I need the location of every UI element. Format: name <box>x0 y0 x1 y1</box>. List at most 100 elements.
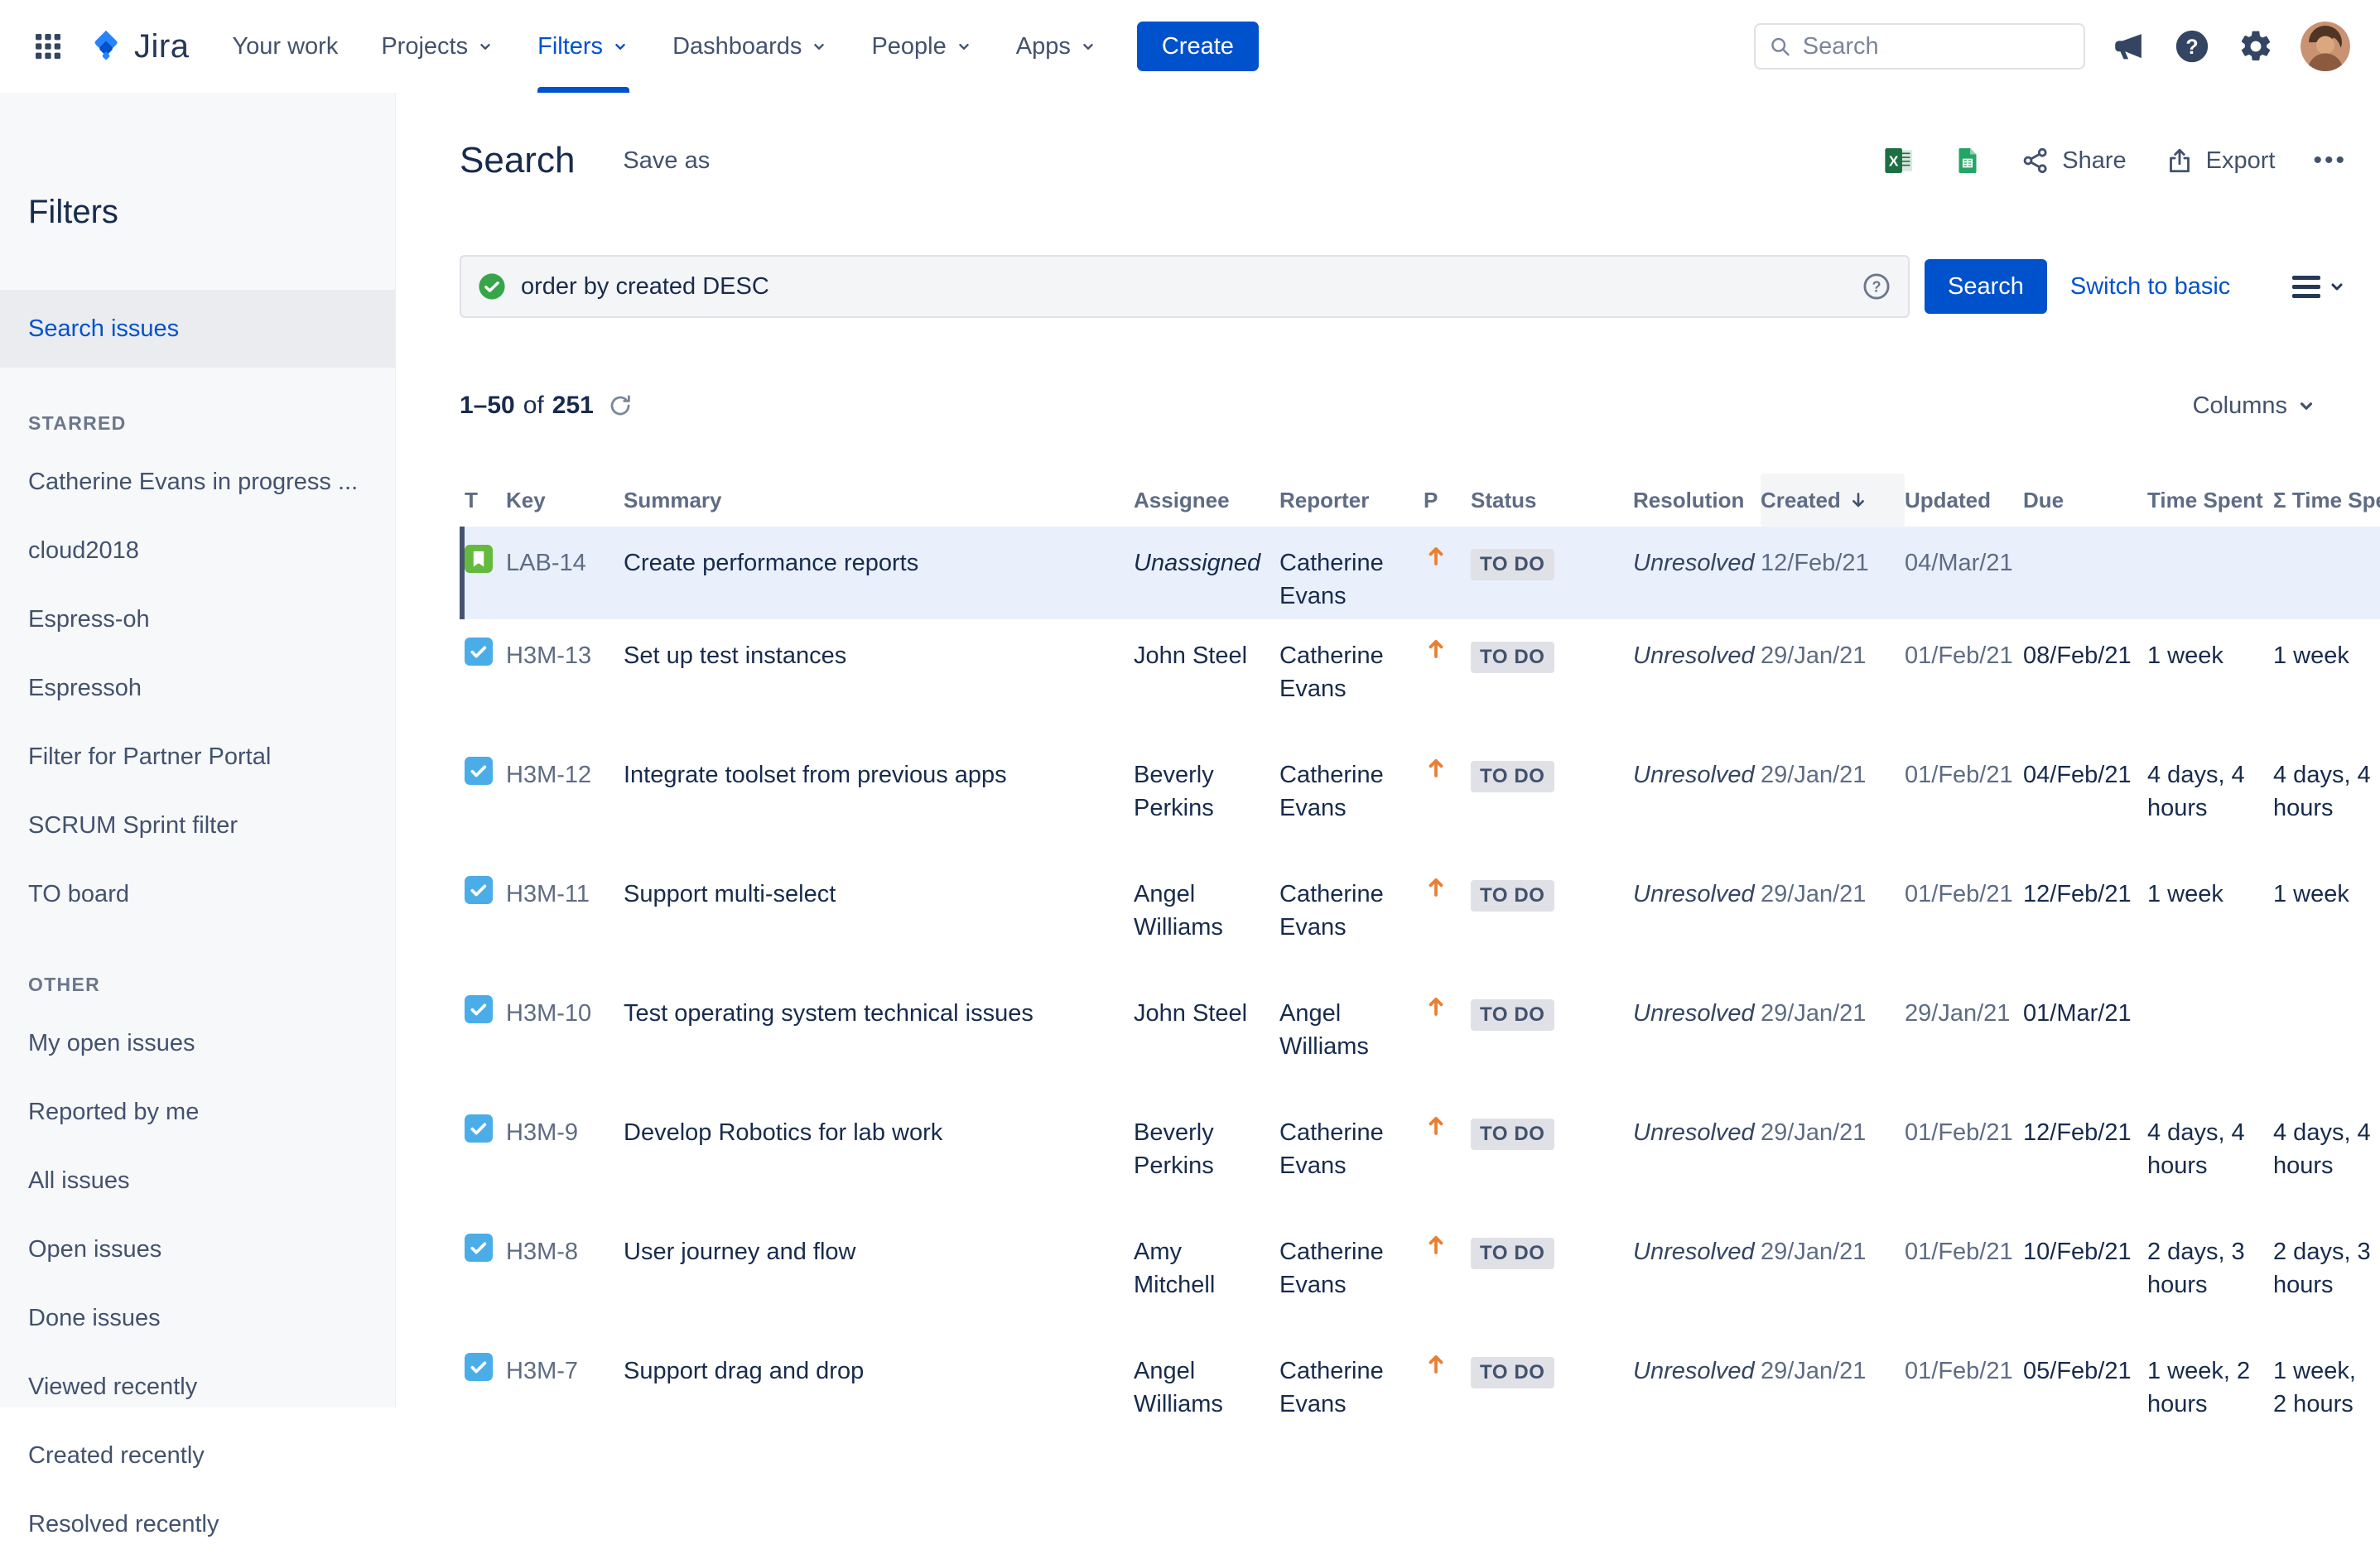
share-button[interactable]: Share <box>2021 146 2127 176</box>
refresh-icon[interactable] <box>607 392 634 419</box>
column-header-label: T <box>465 487 478 512</box>
cell-summary[interactable]: Develop Robotics for lab work <box>624 1096 1134 1215</box>
create-button[interactable]: Create <box>1136 22 1259 71</box>
cell-issue-key[interactable]: H3M-8 <box>506 1215 624 1335</box>
chevron-down-icon <box>615 43 625 50</box>
sidebar-item[interactable]: Created recently <box>0 1422 395 1490</box>
syntax-help-icon[interactable]: ? <box>1862 272 1891 301</box>
column-header-status[interactable]: Status <box>1471 474 1633 527</box>
sidebar-item[interactable]: Done issues <box>0 1284 395 1353</box>
help-icon[interactable]: ? <box>2173 27 2211 65</box>
user-avatar[interactable] <box>2301 22 2350 71</box>
cell-summary[interactable]: Set up test instances <box>624 619 1134 739</box>
sidebar-item[interactable]: SCRUM Sprint filter <box>0 792 395 860</box>
cell-summary[interactable]: Create performance reports <box>624 527 1134 619</box>
cell-issue-key[interactable]: H3M-13 <box>506 619 624 739</box>
sidebar-item[interactable]: All issues <box>0 1147 395 1215</box>
sidebar-item[interactable]: cloud2018 <box>0 517 395 585</box>
cell-issue-key[interactable]: H3M-7 <box>506 1335 624 1454</box>
cell-assignee: Amy Mitchell <box>1134 1239 1216 1298</box>
page-shell: Filters Search issues STARRED Catherine E… <box>0 93 2380 1537</box>
sidebar-item[interactable]: Espressoh <box>0 654 395 723</box>
issue-table: T Key Summary Assignee Reporter P Status Resolu… <box>460 474 2380 1454</box>
sidebar-item[interactable]: Filter for Partner Portal <box>0 723 395 792</box>
cell-issue-type <box>465 619 506 739</box>
export-sheets-icon[interactable] <box>1953 146 1983 176</box>
nav-item-filters[interactable]: Filters <box>537 0 630 93</box>
nav-item-apps[interactable]: Apps <box>1016 0 1097 93</box>
column-header-type[interactable]: T <box>465 474 506 527</box>
task-icon <box>465 1114 493 1143</box>
issue-row[interactable]: H3M-12 Integrate toolset from previous ap… <box>460 739 2380 858</box>
issue-row[interactable]: H3M-9 Develop Robotics for lab work Beverl… <box>460 1096 2380 1215</box>
settings-gear-icon[interactable] <box>2238 28 2274 65</box>
cell-assignee: Angel Williams <box>1134 1358 1223 1417</box>
cell-assignee: Beverly Perkins <box>1134 1119 1214 1179</box>
column-header-due[interactable]: Due <box>2023 474 2147 527</box>
column-header-created[interactable]: Created <box>1761 474 1905 527</box>
switch-to-basic-link[interactable]: Switch to basic <box>2070 273 2230 301</box>
announcements-icon[interactable] <box>2112 29 2146 64</box>
sidebar-item[interactable]: Open issues <box>0 1215 395 1284</box>
issue-row[interactable]: LAB-14 Create performance reports Unassign… <box>460 527 2380 619</box>
issue-row[interactable]: H3M-7 Support drag and drop Angel Williams… <box>460 1335 2380 1454</box>
issue-row[interactable]: H3M-11 Support multi-select Angel Williams… <box>460 858 2380 977</box>
column-header-summary[interactable]: Summary <box>624 474 1134 527</box>
nav-item-your-work[interactable]: Your work <box>232 0 338 93</box>
nav-item-people[interactable]: People <box>871 0 972 93</box>
more-options-icon[interactable]: ••• <box>2313 147 2347 175</box>
sidebar-item[interactable]: Catherine Evans in progress ... <box>0 448 395 517</box>
global-search[interactable] <box>1754 23 2085 70</box>
sidebar-item-search-issues[interactable]: Search issues <box>0 290 395 368</box>
nav-item-projects[interactable]: Projects <box>381 0 494 93</box>
cell-created: 29/Jan/21 <box>1761 881 1867 907</box>
cell-summary[interactable]: Support multi-select <box>624 858 1134 977</box>
sidebar-item[interactable]: Viewed recently <box>0 1353 395 1422</box>
column-header-resolution[interactable]: Resolution <box>1633 474 1761 527</box>
view-options-button[interactable] <box>2292 275 2347 298</box>
column-header-assignee[interactable]: Assignee <box>1134 474 1279 527</box>
cell-resolution: Unresolved <box>1633 1358 1755 1384</box>
column-header-priority[interactable]: P <box>1424 474 1471 527</box>
column-header-sum_time_spent[interactable]: Σ Time Spent <box>2273 474 2380 527</box>
columns-button[interactable]: Columns <box>2193 392 2317 420</box>
issue-row[interactable]: H3M-10 Test operating system technical is… <box>460 977 2380 1096</box>
jira-logo[interactable]: Jira <box>88 27 189 65</box>
export-button[interactable]: Export <box>2165 146 2275 176</box>
cell-issue-key[interactable]: H3M-10 <box>506 977 624 1096</box>
cell-issue-key[interactable]: H3M-9 <box>506 1096 624 1215</box>
column-header-key[interactable]: Key <box>506 474 624 527</box>
column-header-reporter[interactable]: Reporter <box>1279 474 1424 527</box>
jql-query-text: order by created DESC <box>521 272 769 300</box>
cell-updated: 01/Feb/21 <box>1905 1358 2013 1384</box>
nav-item-dashboards[interactable]: Dashboards <box>672 0 828 93</box>
export-excel-icon[interactable]: X <box>1883 145 1915 176</box>
sidebar-item[interactable]: TO board <box>0 860 395 929</box>
jql-input[interactable]: order by created DESC ? <box>460 255 1910 318</box>
issue-row[interactable]: H3M-8 User journey and flow Amy Mitchell Ca… <box>460 1215 2380 1335</box>
column-header-updated[interactable]: Updated <box>1905 474 2023 527</box>
cell-issue-key[interactable]: H3M-11 <box>506 858 624 977</box>
cell-issue-key[interactable]: H3M-12 <box>506 739 624 858</box>
column-header-time_spent[interactable]: Time Spent <box>2147 474 2273 527</box>
cell-summary[interactable]: Integrate toolset from previous apps <box>624 739 1134 858</box>
cell-updated: 01/Feb/21 <box>1905 1239 2013 1265</box>
cell-issue-type <box>465 1215 506 1335</box>
cell-time-spent: 1 week <box>2147 642 2223 669</box>
cell-due: 05/Feb/21 <box>2023 1358 2132 1384</box>
cell-summary[interactable]: Test operating system technical issues <box>624 977 1134 1096</box>
cell-assignee: Beverly Perkins <box>1134 762 1214 821</box>
search-button[interactable]: Search <box>1925 259 2047 314</box>
cell-summary[interactable]: Support drag and drop <box>624 1335 1134 1454</box>
sidebar-item[interactable]: Reported by me <box>0 1078 395 1147</box>
save-as-button[interactable]: Save as <box>623 147 710 175</box>
issue-row[interactable]: H3M-13 Set up test instances John Steel Cat… <box>460 619 2380 739</box>
app-switcher-icon[interactable] <box>31 30 65 63</box>
cell-summary[interactable]: User journey and flow <box>624 1215 1134 1335</box>
global-search-input[interactable] <box>1800 31 2070 61</box>
sidebar-item[interactable]: My open issues <box>0 1009 395 1078</box>
top-nav: Jira Your work Projects Filters Dashboards P… <box>0 0 2380 93</box>
sidebar-item[interactable]: Espress-oh <box>0 585 395 654</box>
cell-issue-key[interactable]: LAB-14 <box>506 527 624 619</box>
sidebar-item[interactable]: Resolved recently <box>0 1490 395 1559</box>
